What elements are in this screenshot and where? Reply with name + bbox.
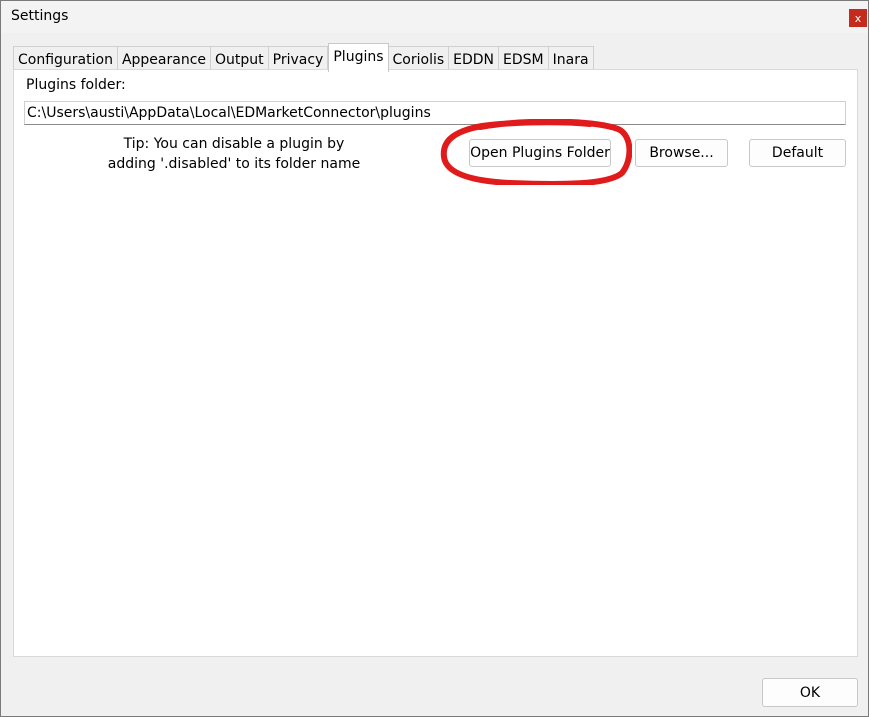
tab-bar: Configuration Appearance Output Privacy … <box>13 43 594 72</box>
window-title: Settings <box>11 8 69 24</box>
ok-button[interactable]: OK <box>762 678 858 707</box>
plugins-folder-label: Plugins folder: <box>26 77 126 93</box>
close-button[interactable]: x <box>849 9 867 27</box>
settings-window: Settings x Configuration Appearance Outp… <box>0 0 869 717</box>
title-bar[interactable]: Settings x <box>1 1 868 33</box>
browse-button[interactable]: Browse... <box>635 139 728 167</box>
default-button[interactable]: Default <box>749 139 846 167</box>
close-icon: x <box>854 11 862 25</box>
tab-plugins[interactable]: Plugins <box>328 43 389 72</box>
open-plugins-folder-button[interactable]: Open Plugins Folder <box>469 139 611 167</box>
plugins-panel: Plugins folder: Tip: You can disable a p… <box>13 69 858 657</box>
plugin-tip-text: Tip: You can disable a plugin by adding … <box>104 134 364 174</box>
tip-line-1: Tip: You can disable a plugin by <box>123 136 345 152</box>
tip-line-2: adding '.disabled' to its folder name <box>107 156 361 172</box>
plugins-folder-path-input[interactable] <box>24 101 846 125</box>
